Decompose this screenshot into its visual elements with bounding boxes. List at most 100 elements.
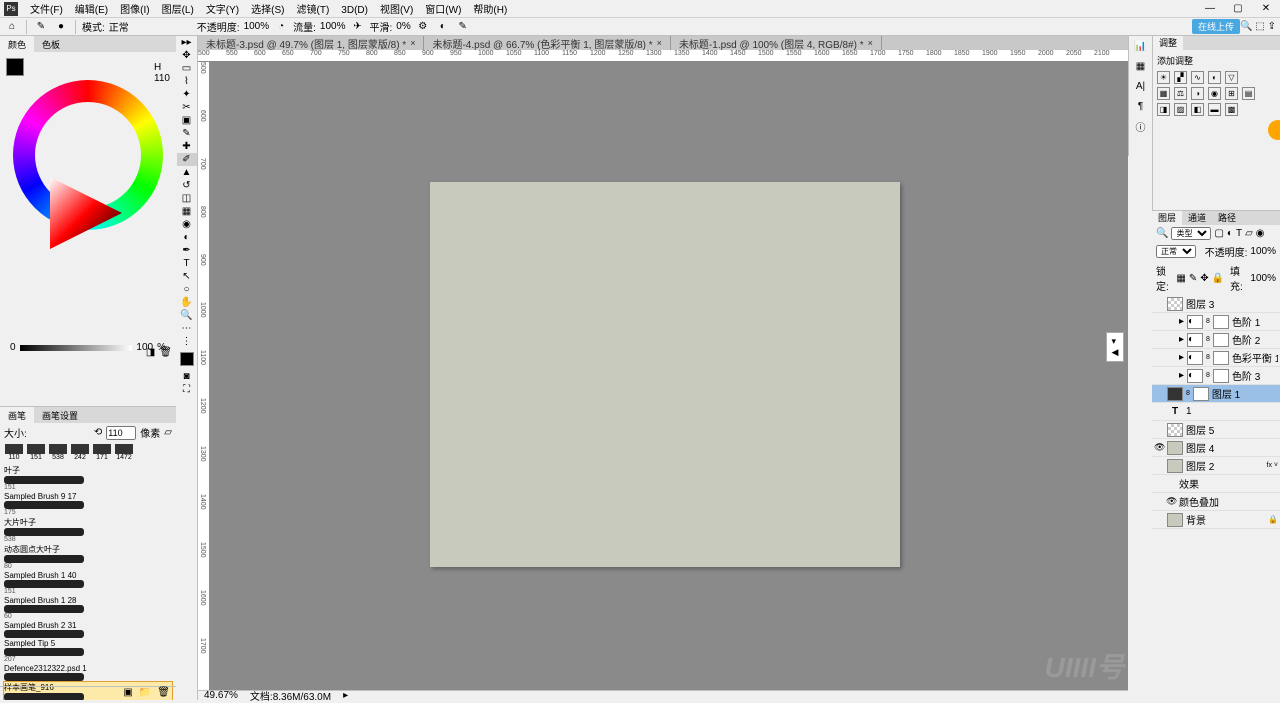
crop-tool[interactable]: ✂ — [177, 101, 197, 114]
blend-mode-value[interactable]: 正常 — [109, 19, 129, 34]
brush-preset-icon[interactable]: ● — [53, 19, 69, 35]
lasso-tool[interactable]: ⌇ — [177, 75, 197, 88]
delete-brush-button[interactable]: 🗑 — [157, 687, 170, 700]
gear-icon[interactable]: ⚙ — [415, 19, 431, 35]
adj-brightness-icon[interactable]: ☀ — [1157, 71, 1170, 84]
menu-item[interactable]: 滤镜(T) — [291, 5, 336, 16]
stamp-tool[interactable]: ▲ — [177, 166, 197, 179]
trash-icon[interactable]: 🗑 — [159, 347, 172, 358]
close-tab-icon[interactable]: × — [868, 38, 873, 48]
layer-mask[interactable] — [1213, 351, 1229, 365]
chevron-icon[interactable]: ▸ — [1179, 316, 1184, 327]
menu-item[interactable]: 窗口(W) — [419, 5, 467, 16]
smooth-value[interactable]: 0% — [396, 21, 410, 32]
layer-name[interactable]: 色阶 2 — [1232, 332, 1278, 347]
maximize-button[interactable]: ▢ — [1224, 0, 1252, 16]
brush-tool-icon[interactable]: ✎ — [33, 19, 49, 35]
layer-name[interactable]: 背景 — [1186, 512, 1265, 527]
blur-tool[interactable]: ◉ — [177, 218, 197, 231]
brush-tip[interactable]: 171 — [92, 444, 112, 461]
filter-pixel-icon[interactable]: ▢ — [1214, 228, 1223, 239]
layer-row[interactable]: ▸◐8色阶 1 — [1152, 313, 1280, 331]
brush-list-item[interactable]: Sampled Brush 1 2860 — [4, 596, 172, 620]
layer-row[interactable]: 图层 5 — [1152, 421, 1280, 439]
layer-name[interactable]: 图层 5 — [1186, 422, 1278, 437]
chevron-icon[interactable]: ▸ — [1179, 334, 1184, 345]
close-button[interactable]: ✕ — [1252, 0, 1280, 16]
layer-row[interactable]: 背景🔒 — [1152, 511, 1280, 529]
fill-value[interactable]: 100% — [1250, 273, 1276, 284]
hand-tool[interactable]: ✋ — [177, 296, 197, 309]
menu-item[interactable]: 帮助(H) — [467, 5, 513, 16]
adj-selective-icon[interactable]: ▩ — [1225, 103, 1238, 116]
adj-mixer-icon[interactable]: ⊞ — [1225, 87, 1238, 100]
menu-item[interactable]: 文件(F) — [24, 5, 69, 16]
character-icon[interactable]: A| — [1129, 76, 1152, 96]
layer-row[interactable]: 👁颜色叠加 — [1152, 493, 1280, 511]
brush-size-input[interactable] — [106, 426, 136, 440]
filter-smart-icon[interactable]: ◉ — [1256, 228, 1265, 239]
adj-balance-icon[interactable]: ⚖ — [1174, 87, 1187, 100]
document-tab[interactable]: 未标题-4.psd @ 66.7% (色彩平衡 1, 图层蒙版/8) *× — [424, 36, 670, 50]
adj-vibrance-icon[interactable]: ▽ — [1225, 71, 1238, 84]
adj-exposure-icon[interactable]: ◐ — [1208, 71, 1221, 84]
flow-value[interactable]: 100% — [320, 21, 346, 32]
layer-name[interactable]: 图层 2 — [1186, 458, 1264, 473]
zoom-tool[interactable]: 🔍 — [177, 309, 197, 322]
more-tools[interactable]: ⋯ — [177, 322, 197, 335]
adj-invert-icon[interactable]: ◨ — [1157, 103, 1170, 116]
eyedropper-tool[interactable]: ✎ — [177, 127, 197, 140]
brush-list-item[interactable]: Sampled Tip 5207 — [4, 639, 172, 663]
layer-name[interactable]: 色彩平衡 1 — [1232, 350, 1278, 365]
navigator-icon[interactable]: ▦ — [1129, 56, 1152, 76]
ruler-horizontal[interactable]: 5005506006507007508008509009501000105011… — [198, 50, 1128, 62]
dodge-tool[interactable]: ◐ — [177, 231, 197, 244]
lock-pos-icon[interactable]: ✥ — [1200, 273, 1208, 284]
layer-mask[interactable] — [1213, 369, 1229, 383]
close-tab-icon[interactable]: × — [410, 38, 415, 48]
pressure-size-icon[interactable]: ✎ — [455, 19, 471, 35]
adj-gradient-map-icon[interactable]: ▬ — [1208, 103, 1221, 116]
search-icon[interactable]: 🔍 ⬚ ⇪ — [1240, 21, 1276, 32]
adj-levels-icon[interactable]: ▞ — [1174, 71, 1187, 84]
flip-icon[interactable]: ⟲ — [94, 427, 102, 438]
tab-color[interactable]: 颜色 — [0, 36, 34, 52]
canvas-area[interactable] — [210, 62, 1128, 690]
paragraph-icon[interactable]: ¶ — [1129, 96, 1152, 116]
layer-row[interactable]: 8图层 1 — [1152, 385, 1280, 403]
filter-adj-icon[interactable]: ◐ — [1227, 228, 1233, 239]
layer-row[interactable]: 👁 图层 4 — [1152, 439, 1280, 457]
layer-row[interactable]: ▸◐8色阶 3 — [1152, 367, 1280, 385]
airbrush-icon[interactable]: ✈ — [350, 19, 366, 35]
layer-mask[interactable] — [1213, 315, 1229, 329]
layer-mask[interactable] — [1193, 387, 1209, 401]
eraser-tool[interactable]: ◫ — [177, 192, 197, 205]
layer-name[interactable]: 图层 4 — [1186, 440, 1278, 455]
layer-name[interactable]: 图层 3 — [1186, 296, 1278, 311]
menu-item[interactable]: 3D(D) — [335, 5, 374, 16]
visibility-icon[interactable]: 👁 — [1154, 442, 1164, 453]
layer-name[interactable]: 色阶 3 — [1232, 368, 1278, 383]
menu-item[interactable]: 视图(V) — [374, 5, 419, 16]
artboard[interactable] — [430, 182, 900, 567]
share-button[interactable]: 在线上传 — [1192, 19, 1240, 34]
filter-shape-icon[interactable]: ▱ — [1245, 228, 1253, 239]
new-brush-button[interactable]: ▣ — [123, 687, 132, 700]
document-tab[interactable]: 未标题-1.psd @ 100% (图层 4, RGB/8#) *× — [671, 36, 882, 50]
arrange-icon[interactable]: ▸▸ — [177, 36, 197, 49]
tab-layers[interactable]: 图层 — [1152, 211, 1182, 225]
brush-tip[interactable]: 242 — [70, 444, 90, 461]
menu-item[interactable]: 选择(S) — [245, 5, 290, 16]
ruler-vertical[interactable]: 5006007008009001000110012001300140015001… — [198, 62, 210, 690]
adj-photo-filter-icon[interactable]: ◉ — [1208, 87, 1221, 100]
menu-item[interactable]: 图像(I) — [114, 5, 155, 16]
lock-all-icon[interactable]: 🔒 — [1212, 273, 1224, 284]
adj-bw-icon[interactable]: ◑ — [1191, 87, 1204, 100]
filter-type-icon[interactable]: T — [1236, 228, 1242, 239]
layer-row[interactable]: 图层 2fx ˅ — [1152, 457, 1280, 475]
edit-toolbar[interactable]: ⋮ — [177, 335, 197, 348]
tab-swatches[interactable]: 色板 — [34, 36, 68, 52]
foreground-swatch[interactable] — [6, 58, 24, 76]
layer-mask[interactable] — [1213, 333, 1229, 347]
color-mode-icon[interactable]: ◨ — [146, 347, 155, 358]
